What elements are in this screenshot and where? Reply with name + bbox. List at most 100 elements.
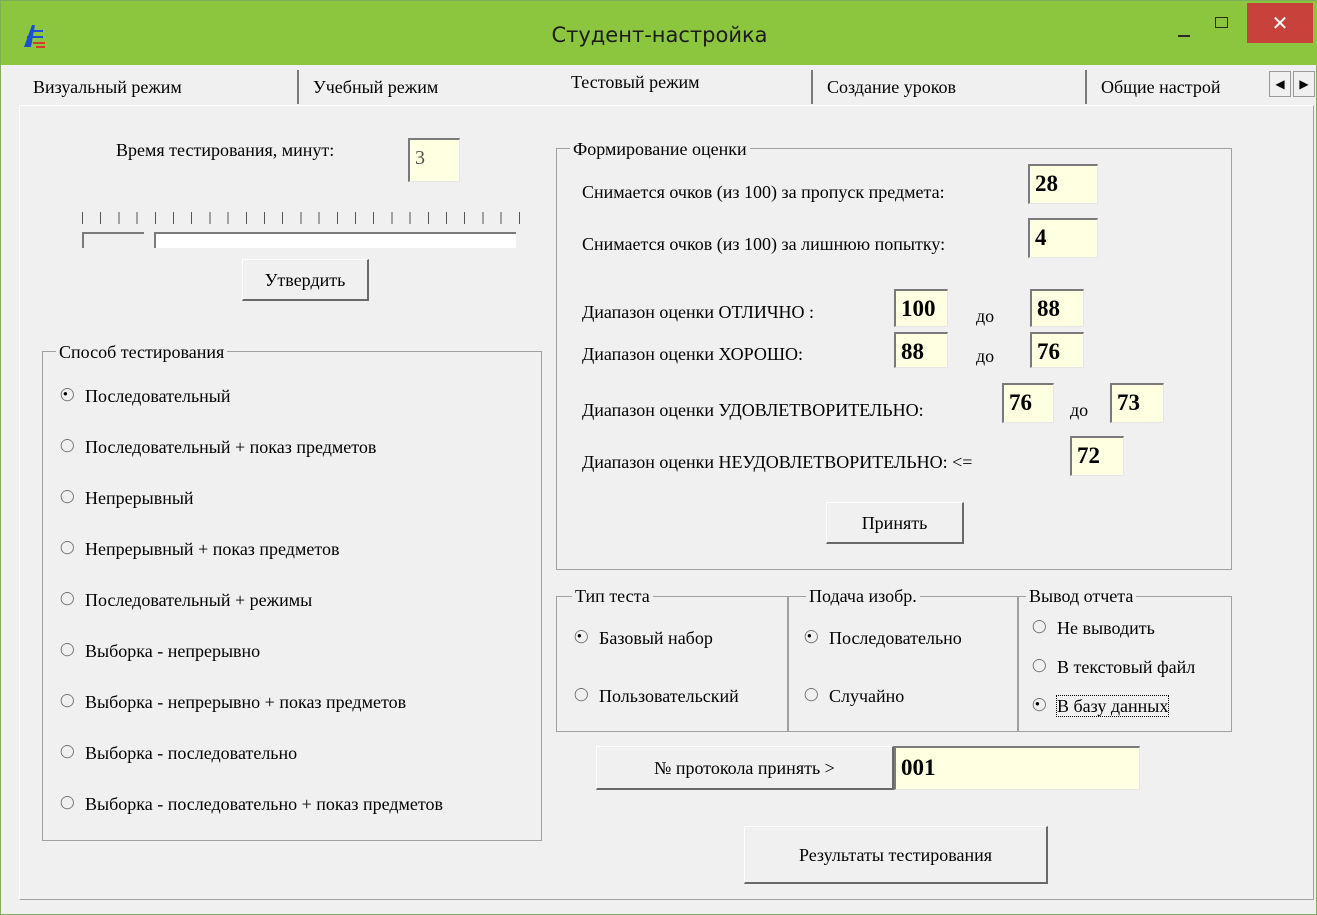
protocol-number-input[interactable]: 001 — [894, 746, 1140, 790]
excellent-range-label: Диапазон оценки ОТЛИЧНО : — [582, 302, 815, 322]
method-option-6[interactable]: Выборка - непрерывно — [60, 641, 260, 662]
method-option-label: Последовательный + режимы — [85, 590, 313, 610]
tab-create-lessons[interactable]: Создание уроков — [811, 70, 1081, 104]
report-output-title: Вывод отчета — [1026, 586, 1137, 607]
image-feed-option-label: Последовательно — [829, 628, 962, 648]
test-results-button[interactable]: Результаты тестирования — [744, 826, 1048, 884]
method-option-1[interactable]: Последовательный — [60, 386, 231, 407]
test-type-option-base[interactable]: Базовый набор — [574, 628, 713, 649]
tab-strip: Визуальный режим Учебный режим Тестовый … — [19, 65, 1315, 105]
minimize-button[interactable] — [1169, 21, 1199, 43]
report-option-label: В базу данных — [1055, 695, 1170, 717]
grading-title: Формирование оценки — [570, 139, 750, 160]
tab-general-settings[interactable]: Общие настрой — [1085, 70, 1269, 104]
skip-penalty-label: Снимается очков (из 100) за пропуск пред… — [582, 182, 945, 202]
protocol-accept-button[interactable]: № протокола принять > — [596, 746, 894, 790]
method-option-label: Непрерывный + показ предметов — [85, 539, 340, 559]
excellent-to-label: до — [976, 306, 995, 326]
good-from-input[interactable]: 88 — [894, 332, 948, 368]
method-option-7[interactable]: Выборка - непрерывно + показ предметов — [60, 692, 406, 713]
radio-icon — [60, 590, 75, 606]
test-type-title: Тип теста — [572, 586, 653, 607]
confirm-time-button[interactable]: Утвердить — [242, 259, 369, 301]
test-time-slider[interactable] — [82, 212, 520, 248]
maximize-button[interactable] — [1207, 13, 1237, 39]
method-option-label: Выборка - последовательно — [85, 743, 298, 763]
radio-icon — [60, 743, 75, 759]
tab-scroll-right-icon[interactable]: ▶ — [1293, 71, 1315, 97]
satisfactory-to-label: до — [1070, 400, 1089, 420]
radio-icon — [1032, 657, 1047, 673]
test-type-option-label: Пользовательский — [599, 686, 739, 706]
image-feed-title: Подача изобр. — [806, 586, 920, 607]
radio-icon — [60, 692, 75, 708]
settings-window: Студент-настройка ✕ Визуальный режим Уче… — [0, 0, 1317, 915]
test-mode-pane: Время тестирования, минут: 3 Утвердить С… — [19, 105, 1314, 900]
slider-ticks — [82, 212, 520, 224]
report-option-label: В текстовый файл — [1057, 657, 1196, 677]
close-button[interactable]: ✕ — [1247, 3, 1313, 43]
slider-track-right — [154, 232, 516, 248]
accept-grading-button[interactable]: Принять — [826, 502, 964, 544]
radio-icon — [60, 539, 75, 555]
test-type-group — [556, 596, 788, 732]
test-type-option-custom[interactable]: Пользовательский — [574, 686, 739, 707]
image-feed-option-sequential[interactable]: Последовательно — [804, 628, 962, 649]
report-option-none[interactable]: Не выводить — [1032, 618, 1155, 639]
radio-icon — [1032, 696, 1047, 712]
satisfactory-to-input[interactable]: 73 — [1110, 383, 1164, 423]
radio-icon — [60, 386, 75, 402]
report-option-text-file[interactable]: В текстовый файл — [1032, 657, 1195, 678]
close-icon: ✕ — [1271, 11, 1289, 35]
test-time-label: Время тестирования, минут: — [116, 140, 335, 160]
method-option-label: Выборка - непрерывно — [85, 641, 261, 661]
excellent-from-input[interactable]: 100 — [894, 289, 948, 327]
unsatisfactory-range-label: Диапазон оценки НЕУДОВЛЕТВОРИТЕЛЬНО: <= — [582, 452, 973, 472]
tab-learning-mode[interactable]: Учебный режим — [297, 70, 559, 104]
title-bar[interactable]: Студент-настройка ✕ — [1, 1, 1317, 65]
unsatisfactory-input[interactable]: 72 — [1070, 436, 1124, 476]
skip-penalty-input[interactable]: 28 — [1028, 164, 1098, 204]
method-option-label: Последовательный — [85, 386, 231, 406]
method-option-label: Выборка - последовательно + показ предме… — [85, 794, 444, 814]
test-method-title: Способ тестирования — [56, 342, 228, 363]
radio-icon — [1032, 618, 1047, 634]
radio-icon — [60, 641, 75, 657]
excellent-to-input[interactable]: 88 — [1030, 289, 1084, 327]
image-feed-group — [788, 596, 1018, 732]
tab-scroll-arrows: ◀ ▶ — [1269, 71, 1315, 97]
extra-attempt-penalty-input[interactable]: 4 — [1028, 218, 1098, 258]
method-option-3[interactable]: Непрерывный — [60, 488, 194, 509]
radio-icon — [60, 488, 75, 504]
method-option-9[interactable]: Выборка - последовательно + показ предме… — [60, 794, 443, 815]
radio-icon — [804, 686, 819, 702]
report-option-label: Не выводить — [1057, 618, 1155, 638]
method-option-label: Последовательный + показ предметов — [85, 437, 377, 457]
window-title: Студент-настройка — [551, 23, 768, 47]
radio-icon — [574, 628, 589, 644]
tab-test-mode[interactable]: Тестовый режим — [571, 65, 811, 99]
good-to-input[interactable]: 76 — [1030, 332, 1084, 368]
image-feed-option-label: Случайно — [829, 686, 905, 706]
radio-icon — [60, 794, 75, 810]
satisfactory-from-input[interactable]: 76 — [1002, 383, 1054, 423]
method-option-4[interactable]: Непрерывный + показ предметов — [60, 539, 339, 560]
slider-track — [82, 226, 520, 248]
test-type-option-label: Базовый набор — [599, 628, 713, 648]
tab-scroll-left-icon[interactable]: ◀ — [1269, 71, 1291, 97]
method-option-5[interactable]: Последовательный + режимы — [60, 590, 312, 611]
method-option-2[interactable]: Последовательный + показ предметов — [60, 437, 376, 458]
report-option-database[interactable]: В базу данных — [1032, 695, 1170, 717]
good-range-label: Диапазон оценки ХОРОШО: — [582, 344, 804, 364]
radio-icon — [574, 686, 589, 702]
tab-visual-mode[interactable]: Визуальный режим — [33, 70, 295, 104]
test-time-input[interactable]: 3 — [408, 138, 460, 182]
extra-attempt-penalty-label: Снимается очков (из 100) за лишнюю попыт… — [582, 234, 946, 254]
radio-icon — [804, 628, 819, 644]
image-feed-option-random[interactable]: Случайно — [804, 686, 904, 707]
good-to-label: до — [976, 346, 995, 366]
method-option-label: Непрерывный — [85, 488, 194, 508]
slider-track-left — [82, 232, 144, 248]
method-option-label: Выборка - непрерывно + показ предметов — [85, 692, 407, 712]
method-option-8[interactable]: Выборка - последовательно — [60, 743, 297, 764]
